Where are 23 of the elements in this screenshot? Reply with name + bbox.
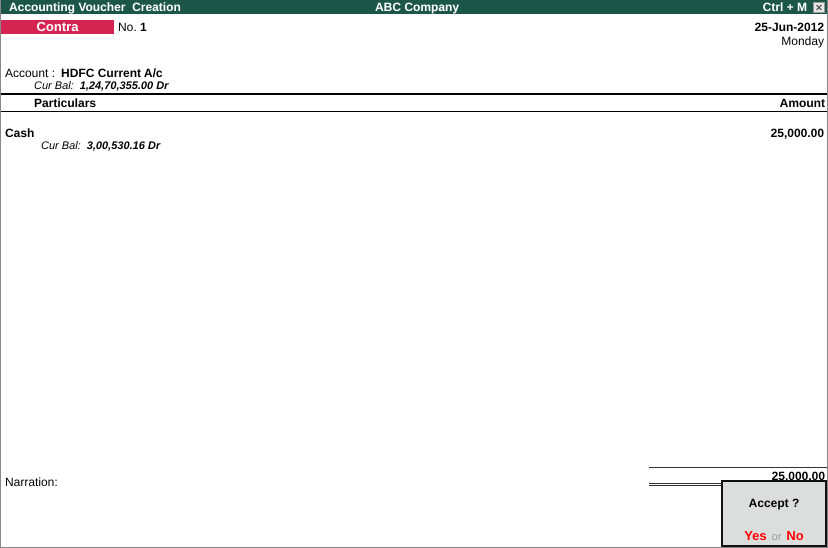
- window-title: Accounting Voucher Creation: [9, 0, 182, 14]
- column-header: Amount: [780, 96, 825, 110]
- voucher-number: No. 1: [118, 20, 147, 34]
- column-header: Particulars: [34, 96, 96, 110]
- yes-option[interactable]: Yes: [744, 528, 767, 543]
- voucher-date: 25-Jun-2012: [754, 20, 824, 34]
- account-label: Account :: [5, 66, 56, 80]
- balance-value: 3,00,530.16 Dr: [86, 140, 160, 152]
- shortcut-label: Ctrl + M: [762, 0, 807, 14]
- entry-amount: 25,000.00: [770, 126, 824, 140]
- balance-label: Cur Bal:: [41, 140, 81, 152]
- company-name: ABC Company: [374, 0, 460, 14]
- voucher-type-label: Contra: [1, 20, 114, 34]
- balance-label: Cur Bal:: [34, 80, 74, 92]
- or-label: or: [772, 531, 782, 543]
- ledger-name: Cash: [5, 126, 34, 140]
- dialog-question: Accept ?: [748, 496, 800, 510]
- no-option[interactable]: No: [786, 528, 804, 543]
- weekday-label: Monday: [781, 34, 824, 48]
- narration-label: Narration:: [4, 474, 58, 489]
- balance-value: 1,24,70,355.00 Dr: [80, 80, 168, 92]
- close-icon[interactable]: [813, 2, 825, 12]
- account-name: HDFC Current A/c: [61, 66, 163, 80]
